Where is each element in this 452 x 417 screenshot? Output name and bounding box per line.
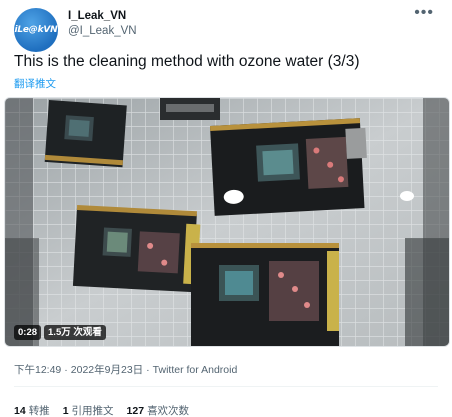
translate-tweet-link[interactable]: 翻译推文 xyxy=(14,76,56,91)
avatar-text: iLe@kVN xyxy=(14,25,58,35)
video-player[interactable] xyxy=(4,97,450,347)
video-view-count: 1.5万 次观看 xyxy=(44,325,106,340)
divider xyxy=(14,386,438,387)
author-display-name[interactable]: I_Leak_VN xyxy=(68,10,126,22)
meta-separator: · xyxy=(64,364,68,376)
video-frame-image xyxy=(5,98,449,346)
tweet-time[interactable]: 下午12:49 xyxy=(14,364,61,376)
like-count[interactable]: 127 喜欢次数 xyxy=(127,403,190,417)
meta-separator-2: · xyxy=(146,364,150,376)
quote-tweet-count[interactable]: 1 引用推文 xyxy=(63,403,114,417)
author-handle[interactable]: @I_Leak_VN xyxy=(68,25,137,37)
retweet-count[interactable]: 14 转推 xyxy=(14,403,50,417)
avatar[interactable]: iLe@kVN xyxy=(14,8,58,52)
more-options-icon[interactable]: ••• xyxy=(414,4,434,22)
video-badges: 0:28 1.5万 次观看 xyxy=(14,325,106,340)
video-duration: 0:28 xyxy=(14,325,42,340)
tweet-date[interactable]: 2022年9月23日 xyxy=(71,364,143,376)
tweet-source[interactable]: Twitter for Android xyxy=(153,364,238,376)
tweet-meta: 下午12:49 · 2022年9月23日 · Twitter for Android xyxy=(14,362,237,377)
tweet-text: This is the cleaning method with ozone w… xyxy=(14,53,360,70)
engagement-stats: 14 转推 1 引用推文 127 喜欢次数 xyxy=(14,403,189,417)
tweet-card: iLe@kVN I_Leak_VN @I_Leak_VN ••• This is… xyxy=(0,0,452,417)
